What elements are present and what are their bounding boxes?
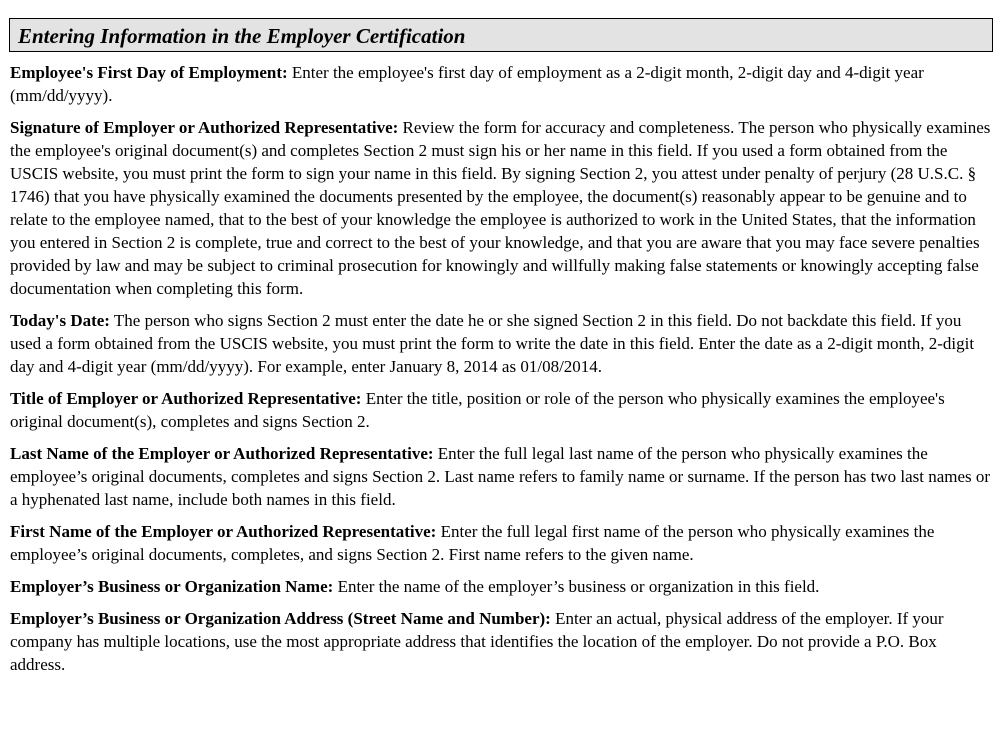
entry-term: Today's Date: (10, 311, 110, 330)
document-page: Entering Information in the Employer Cer… (0, 0, 1002, 729)
entry-signature-of-employer: Signature of Employer or Authorized Repr… (10, 116, 994, 300)
instruction-list: Employee's First Day of Employment: Ente… (10, 61, 994, 676)
entry-first-day-of-employment: Employee's First Day of Employment: Ente… (10, 61, 994, 107)
entry-term: Last Name of the Employer or Authorized … (10, 444, 434, 463)
entry-term: Signature of Employer or Authorized Repr… (10, 118, 399, 137)
section-header: Entering Information in the Employer Cer… (9, 18, 993, 52)
entry-text: The person who signs Section 2 must ente… (10, 311, 975, 376)
entry-term: First Name of the Employer or Authorized… (10, 522, 437, 541)
entry-last-name-of-employer: Last Name of the Employer or Authorized … (10, 442, 994, 511)
entry-title-of-employer: Title of Employer or Authorized Represen… (10, 387, 994, 433)
entry-term: Employer’s Business or Organization Addr… (10, 609, 551, 628)
entry-term: Employer’s Business or Organization Name… (10, 577, 334, 596)
entry-term: Title of Employer or Authorized Represen… (10, 389, 362, 408)
entry-business-address: Employer’s Business or Organization Addr… (10, 607, 994, 676)
entry-text: Enter the name of the employer’s busines… (337, 577, 820, 596)
entry-first-name-of-employer: First Name of the Employer or Authorized… (10, 520, 994, 566)
entry-term: Employee's First Day of Employment: (10, 63, 288, 82)
entry-todays-date: Today's Date: The person who signs Secti… (10, 309, 994, 378)
entry-business-name: Employer’s Business or Organization Name… (10, 575, 994, 598)
section-title: Entering Information in the Employer Cer… (18, 24, 466, 48)
entry-text: Review the form for accuracy and complet… (10, 118, 991, 298)
